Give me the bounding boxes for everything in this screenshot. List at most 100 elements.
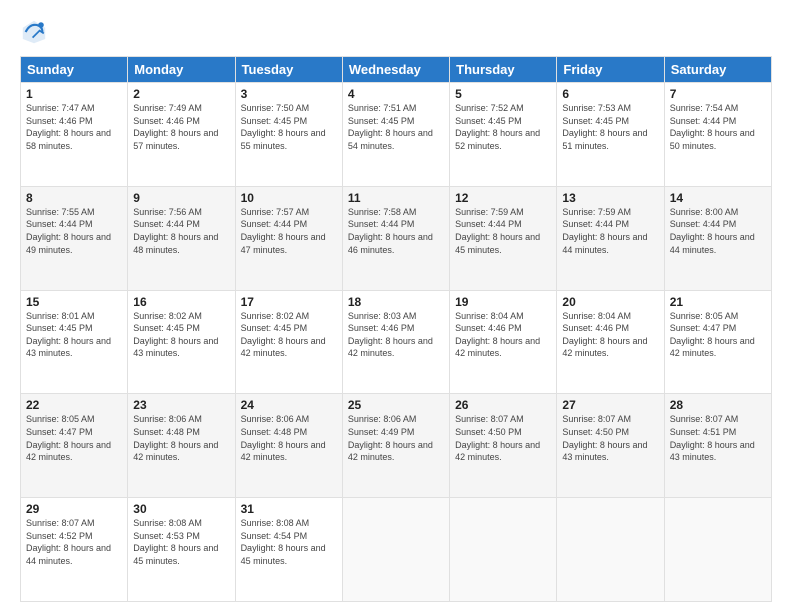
day-info: Sunrise: 8:08 AMSunset: 4:53 PMDaylight:… — [133, 517, 229, 567]
day-cell: 5Sunrise: 7:52 AMSunset: 4:45 PMDaylight… — [450, 83, 557, 187]
day-cell: 21Sunrise: 8:05 AMSunset: 4:47 PMDayligh… — [664, 290, 771, 394]
day-cell: 16Sunrise: 8:02 AMSunset: 4:45 PMDayligh… — [128, 290, 235, 394]
logo — [20, 18, 54, 46]
day-number: 6 — [562, 87, 658, 101]
day-cell: 26Sunrise: 8:07 AMSunset: 4:50 PMDayligh… — [450, 394, 557, 498]
day-number: 3 — [241, 87, 337, 101]
day-info: Sunrise: 8:07 AMSunset: 4:50 PMDaylight:… — [455, 413, 551, 463]
page: SundayMondayTuesdayWednesdayThursdayFrid… — [0, 0, 792, 612]
weekday-friday: Friday — [557, 57, 664, 83]
day-cell — [342, 498, 449, 602]
day-cell: 8Sunrise: 7:55 AMSunset: 4:44 PMDaylight… — [21, 186, 128, 290]
day-cell: 19Sunrise: 8:04 AMSunset: 4:46 PMDayligh… — [450, 290, 557, 394]
day-info: Sunrise: 8:00 AMSunset: 4:44 PMDaylight:… — [670, 206, 766, 256]
logo-icon — [20, 18, 48, 46]
day-number: 4 — [348, 87, 444, 101]
day-info: Sunrise: 7:56 AMSunset: 4:44 PMDaylight:… — [133, 206, 229, 256]
day-cell: 1Sunrise: 7:47 AMSunset: 4:46 PMDaylight… — [21, 83, 128, 187]
day-cell: 25Sunrise: 8:06 AMSunset: 4:49 PMDayligh… — [342, 394, 449, 498]
day-info: Sunrise: 8:08 AMSunset: 4:54 PMDaylight:… — [241, 517, 337, 567]
day-info: Sunrise: 7:47 AMSunset: 4:46 PMDaylight:… — [26, 102, 122, 152]
day-cell: 18Sunrise: 8:03 AMSunset: 4:46 PMDayligh… — [342, 290, 449, 394]
day-info: Sunrise: 8:02 AMSunset: 4:45 PMDaylight:… — [241, 310, 337, 360]
day-cell: 12Sunrise: 7:59 AMSunset: 4:44 PMDayligh… — [450, 186, 557, 290]
day-number: 7 — [670, 87, 766, 101]
day-cell: 14Sunrise: 8:00 AMSunset: 4:44 PMDayligh… — [664, 186, 771, 290]
day-number: 16 — [133, 295, 229, 309]
day-info: Sunrise: 7:49 AMSunset: 4:46 PMDaylight:… — [133, 102, 229, 152]
day-info: Sunrise: 7:59 AMSunset: 4:44 PMDaylight:… — [562, 206, 658, 256]
day-cell: 28Sunrise: 8:07 AMSunset: 4:51 PMDayligh… — [664, 394, 771, 498]
day-cell: 15Sunrise: 8:01 AMSunset: 4:45 PMDayligh… — [21, 290, 128, 394]
day-number: 22 — [26, 398, 122, 412]
day-number: 19 — [455, 295, 551, 309]
day-info: Sunrise: 8:04 AMSunset: 4:46 PMDaylight:… — [455, 310, 551, 360]
day-number: 25 — [348, 398, 444, 412]
day-number: 14 — [670, 191, 766, 205]
day-info: Sunrise: 7:53 AMSunset: 4:45 PMDaylight:… — [562, 102, 658, 152]
day-number: 5 — [455, 87, 551, 101]
day-cell: 29Sunrise: 8:07 AMSunset: 4:52 PMDayligh… — [21, 498, 128, 602]
day-cell: 23Sunrise: 8:06 AMSunset: 4:48 PMDayligh… — [128, 394, 235, 498]
day-cell: 22Sunrise: 8:05 AMSunset: 4:47 PMDayligh… — [21, 394, 128, 498]
day-info: Sunrise: 8:05 AMSunset: 4:47 PMDaylight:… — [26, 413, 122, 463]
day-number: 8 — [26, 191, 122, 205]
day-cell: 30Sunrise: 8:08 AMSunset: 4:53 PMDayligh… — [128, 498, 235, 602]
day-number: 13 — [562, 191, 658, 205]
calendar-table: SundayMondayTuesdayWednesdayThursdayFrid… — [20, 56, 772, 602]
weekday-tuesday: Tuesday — [235, 57, 342, 83]
day-cell: 17Sunrise: 8:02 AMSunset: 4:45 PMDayligh… — [235, 290, 342, 394]
day-cell: 3Sunrise: 7:50 AMSunset: 4:45 PMDaylight… — [235, 83, 342, 187]
day-info: Sunrise: 7:51 AMSunset: 4:45 PMDaylight:… — [348, 102, 444, 152]
weekday-header-row: SundayMondayTuesdayWednesdayThursdayFrid… — [21, 57, 772, 83]
day-cell: 6Sunrise: 7:53 AMSunset: 4:45 PMDaylight… — [557, 83, 664, 187]
day-number: 21 — [670, 295, 766, 309]
day-info: Sunrise: 8:07 AMSunset: 4:50 PMDaylight:… — [562, 413, 658, 463]
day-number: 30 — [133, 502, 229, 516]
day-number: 29 — [26, 502, 122, 516]
day-number: 9 — [133, 191, 229, 205]
day-cell: 11Sunrise: 7:58 AMSunset: 4:44 PMDayligh… — [342, 186, 449, 290]
day-info: Sunrise: 8:03 AMSunset: 4:46 PMDaylight:… — [348, 310, 444, 360]
day-number: 1 — [26, 87, 122, 101]
day-info: Sunrise: 8:06 AMSunset: 4:48 PMDaylight:… — [133, 413, 229, 463]
day-number: 2 — [133, 87, 229, 101]
day-number: 20 — [562, 295, 658, 309]
day-info: Sunrise: 8:02 AMSunset: 4:45 PMDaylight:… — [133, 310, 229, 360]
top-section — [20, 18, 772, 46]
day-number: 23 — [133, 398, 229, 412]
day-cell — [664, 498, 771, 602]
week-row-3: 15Sunrise: 8:01 AMSunset: 4:45 PMDayligh… — [21, 290, 772, 394]
day-number: 10 — [241, 191, 337, 205]
day-info: Sunrise: 8:04 AMSunset: 4:46 PMDaylight:… — [562, 310, 658, 360]
week-row-1: 1Sunrise: 7:47 AMSunset: 4:46 PMDaylight… — [21, 83, 772, 187]
day-info: Sunrise: 7:50 AMSunset: 4:45 PMDaylight:… — [241, 102, 337, 152]
day-cell: 2Sunrise: 7:49 AMSunset: 4:46 PMDaylight… — [128, 83, 235, 187]
day-cell: 24Sunrise: 8:06 AMSunset: 4:48 PMDayligh… — [235, 394, 342, 498]
day-number: 28 — [670, 398, 766, 412]
day-cell: 31Sunrise: 8:08 AMSunset: 4:54 PMDayligh… — [235, 498, 342, 602]
weekday-saturday: Saturday — [664, 57, 771, 83]
day-info: Sunrise: 8:07 AMSunset: 4:52 PMDaylight:… — [26, 517, 122, 567]
day-number: 24 — [241, 398, 337, 412]
day-info: Sunrise: 8:06 AMSunset: 4:49 PMDaylight:… — [348, 413, 444, 463]
day-number: 12 — [455, 191, 551, 205]
weekday-monday: Monday — [128, 57, 235, 83]
day-number: 18 — [348, 295, 444, 309]
day-info: Sunrise: 7:54 AMSunset: 4:44 PMDaylight:… — [670, 102, 766, 152]
day-info: Sunrise: 7:58 AMSunset: 4:44 PMDaylight:… — [348, 206, 444, 256]
day-cell: 10Sunrise: 7:57 AMSunset: 4:44 PMDayligh… — [235, 186, 342, 290]
week-row-4: 22Sunrise: 8:05 AMSunset: 4:47 PMDayligh… — [21, 394, 772, 498]
day-info: Sunrise: 8:07 AMSunset: 4:51 PMDaylight:… — [670, 413, 766, 463]
day-info: Sunrise: 8:01 AMSunset: 4:45 PMDaylight:… — [26, 310, 122, 360]
day-number: 15 — [26, 295, 122, 309]
day-info: Sunrise: 8:06 AMSunset: 4:48 PMDaylight:… — [241, 413, 337, 463]
week-row-2: 8Sunrise: 7:55 AMSunset: 4:44 PMDaylight… — [21, 186, 772, 290]
day-cell: 4Sunrise: 7:51 AMSunset: 4:45 PMDaylight… — [342, 83, 449, 187]
day-cell: 20Sunrise: 8:04 AMSunset: 4:46 PMDayligh… — [557, 290, 664, 394]
day-cell — [557, 498, 664, 602]
day-info: Sunrise: 7:59 AMSunset: 4:44 PMDaylight:… — [455, 206, 551, 256]
day-number: 26 — [455, 398, 551, 412]
day-info: Sunrise: 7:57 AMSunset: 4:44 PMDaylight:… — [241, 206, 337, 256]
day-number: 17 — [241, 295, 337, 309]
